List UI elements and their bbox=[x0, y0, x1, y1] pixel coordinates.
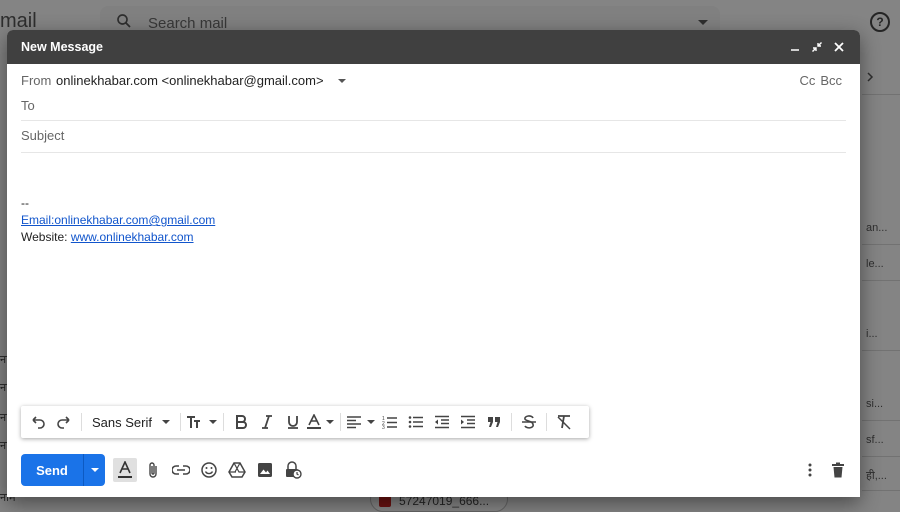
send-group: Send bbox=[21, 454, 105, 486]
chevron-down-icon bbox=[90, 468, 99, 472]
bulleted-list-icon[interactable] bbox=[403, 410, 429, 434]
compose-window: New Message From onlinekhabar.com <onlin… bbox=[7, 30, 860, 497]
formatting-options-icon[interactable] bbox=[113, 458, 137, 482]
cc-bcc-links: Cc Bcc bbox=[799, 73, 842, 88]
toolbar-divider bbox=[545, 413, 547, 431]
signature-separator: -- bbox=[21, 196, 29, 210]
compose-actions: Send bbox=[21, 454, 850, 486]
emoji-icon[interactable] bbox=[197, 458, 221, 482]
from-label: From bbox=[21, 73, 52, 88]
link-icon[interactable] bbox=[169, 458, 193, 482]
discard-icon[interactable] bbox=[826, 458, 850, 482]
toolbar-divider bbox=[510, 413, 512, 431]
confidential-icon[interactable] bbox=[281, 458, 305, 482]
toolbar-divider bbox=[179, 413, 181, 431]
attach-icon[interactable] bbox=[141, 458, 165, 482]
undo-icon[interactable] bbox=[25, 410, 51, 434]
expand-icon[interactable] bbox=[806, 37, 828, 57]
chevron-down-icon bbox=[326, 420, 335, 424]
subject-input[interactable] bbox=[21, 128, 846, 143]
underline-icon[interactable] bbox=[280, 410, 306, 434]
signature-website-link[interactable]: www.onlinekhabar.com bbox=[71, 230, 194, 244]
signature-website-label: Website: bbox=[21, 230, 71, 244]
numbered-list-icon[interactable]: 123 bbox=[377, 410, 403, 434]
to-row bbox=[21, 98, 846, 121]
quote-icon[interactable] bbox=[481, 410, 507, 434]
toolbar-divider bbox=[339, 413, 341, 431]
indent-less-icon[interactable] bbox=[429, 410, 455, 434]
schedule-send-button[interactable] bbox=[83, 454, 105, 486]
more-options-icon[interactable] bbox=[798, 458, 822, 482]
chevron-down-icon bbox=[209, 420, 218, 424]
remove-formatting-icon[interactable] bbox=[551, 410, 577, 434]
from-dropdown-icon[interactable] bbox=[338, 79, 346, 83]
toolbar-divider bbox=[222, 413, 224, 431]
strikethrough-icon[interactable] bbox=[516, 410, 542, 434]
svg-text:3: 3 bbox=[382, 425, 385, 429]
indent-more-icon[interactable] bbox=[455, 410, 481, 434]
text-size-icon[interactable] bbox=[185, 410, 219, 434]
subject-row bbox=[21, 128, 846, 153]
from-select[interactable]: onlinekhabar.com <onlinekhabar@gmail.com… bbox=[56, 73, 324, 88]
redo-icon[interactable] bbox=[51, 410, 77, 434]
chevron-down-icon bbox=[161, 420, 170, 424]
bcc-link[interactable]: Bcc bbox=[820, 73, 842, 88]
compose-tools bbox=[113, 458, 305, 482]
text-color-icon[interactable] bbox=[306, 410, 336, 434]
compose-header[interactable]: New Message bbox=[7, 30, 860, 64]
from-row: From onlinekhabar.com <onlinekhabar@gmai… bbox=[21, 73, 846, 95]
minimize-icon[interactable] bbox=[784, 37, 806, 57]
font-select-label: Sans Serif bbox=[92, 414, 152, 430]
drive-icon[interactable] bbox=[225, 458, 249, 482]
signature-website-line: Website: www.onlinekhabar.com bbox=[21, 229, 841, 246]
cc-link[interactable]: Cc bbox=[799, 73, 815, 88]
message-body[interactable]: -- Email:onlinekhabar.com@gmail.com Webs… bbox=[21, 195, 841, 246]
formatting-toolbar: Sans Serif 123 bbox=[21, 406, 589, 438]
toolbar-divider bbox=[81, 413, 82, 431]
signature-email-link[interactable]: Email:onlinekhabar.com@gmail.com bbox=[21, 213, 215, 227]
to-input[interactable] bbox=[21, 98, 846, 113]
font-select[interactable]: Sans Serif bbox=[86, 410, 176, 434]
italic-icon[interactable] bbox=[254, 410, 280, 434]
bold-icon[interactable] bbox=[228, 410, 254, 434]
compose-title: New Message bbox=[21, 40, 103, 54]
send-button[interactable]: Send bbox=[21, 454, 83, 486]
close-icon[interactable] bbox=[828, 37, 850, 57]
align-icon[interactable] bbox=[345, 410, 377, 434]
photo-icon[interactable] bbox=[253, 458, 277, 482]
chevron-down-icon bbox=[367, 420, 376, 424]
